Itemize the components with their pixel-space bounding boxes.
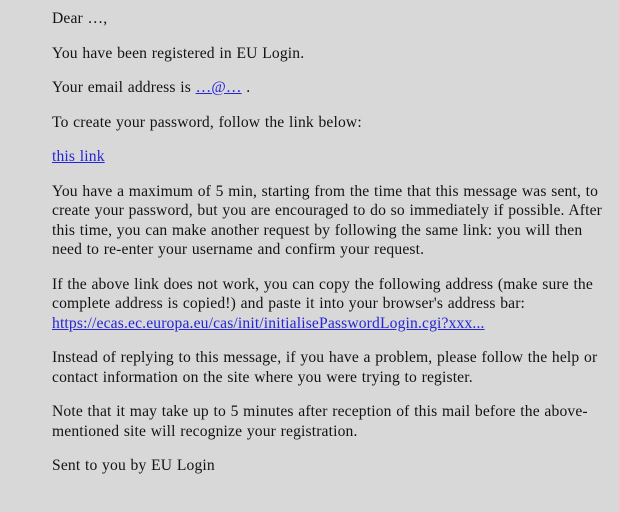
this-link-paragraph: this link: [52, 147, 607, 167]
email-address-link[interactable]: …@…: [196, 79, 242, 96]
expiry-notice-paragraph: You have a maximum of 5 min, starting fr…: [52, 182, 603, 259]
this-link-anchor[interactable]: this link: [52, 148, 105, 165]
email-message-body: Dear …, You have been registered in EU L…: [0, 0, 619, 512]
fallback-address-intro-text: If the above link does not work, you can…: [52, 275, 593, 313]
registration-notice-paragraph: You have been registered in EU Login.: [52, 44, 305, 62]
email-address-suffix-text: .: [241, 79, 251, 96]
email-address-paragraph: Your email address is …@… .: [52, 78, 607, 98]
email-address-prefix-text: Your email address is: [52, 79, 196, 96]
salutation-paragraph: Dear …,: [52, 10, 108, 27]
fallback-url-link[interactable]: https://ecas.ec.europa.eu/cas/init/initi…: [52, 314, 607, 334]
create-password-intro-paragraph: To create your password, follow the link…: [52, 113, 362, 131]
fallback-address-paragraph: If the above link does not work, you can…: [52, 275, 607, 334]
propagation-notice-paragraph: Note that it may take up to 5 minutes af…: [52, 403, 588, 440]
signature-paragraph: Sent to you by EU Login: [52, 457, 215, 474]
no-reply-notice-paragraph: Instead of replying to this message, if …: [52, 349, 598, 386]
